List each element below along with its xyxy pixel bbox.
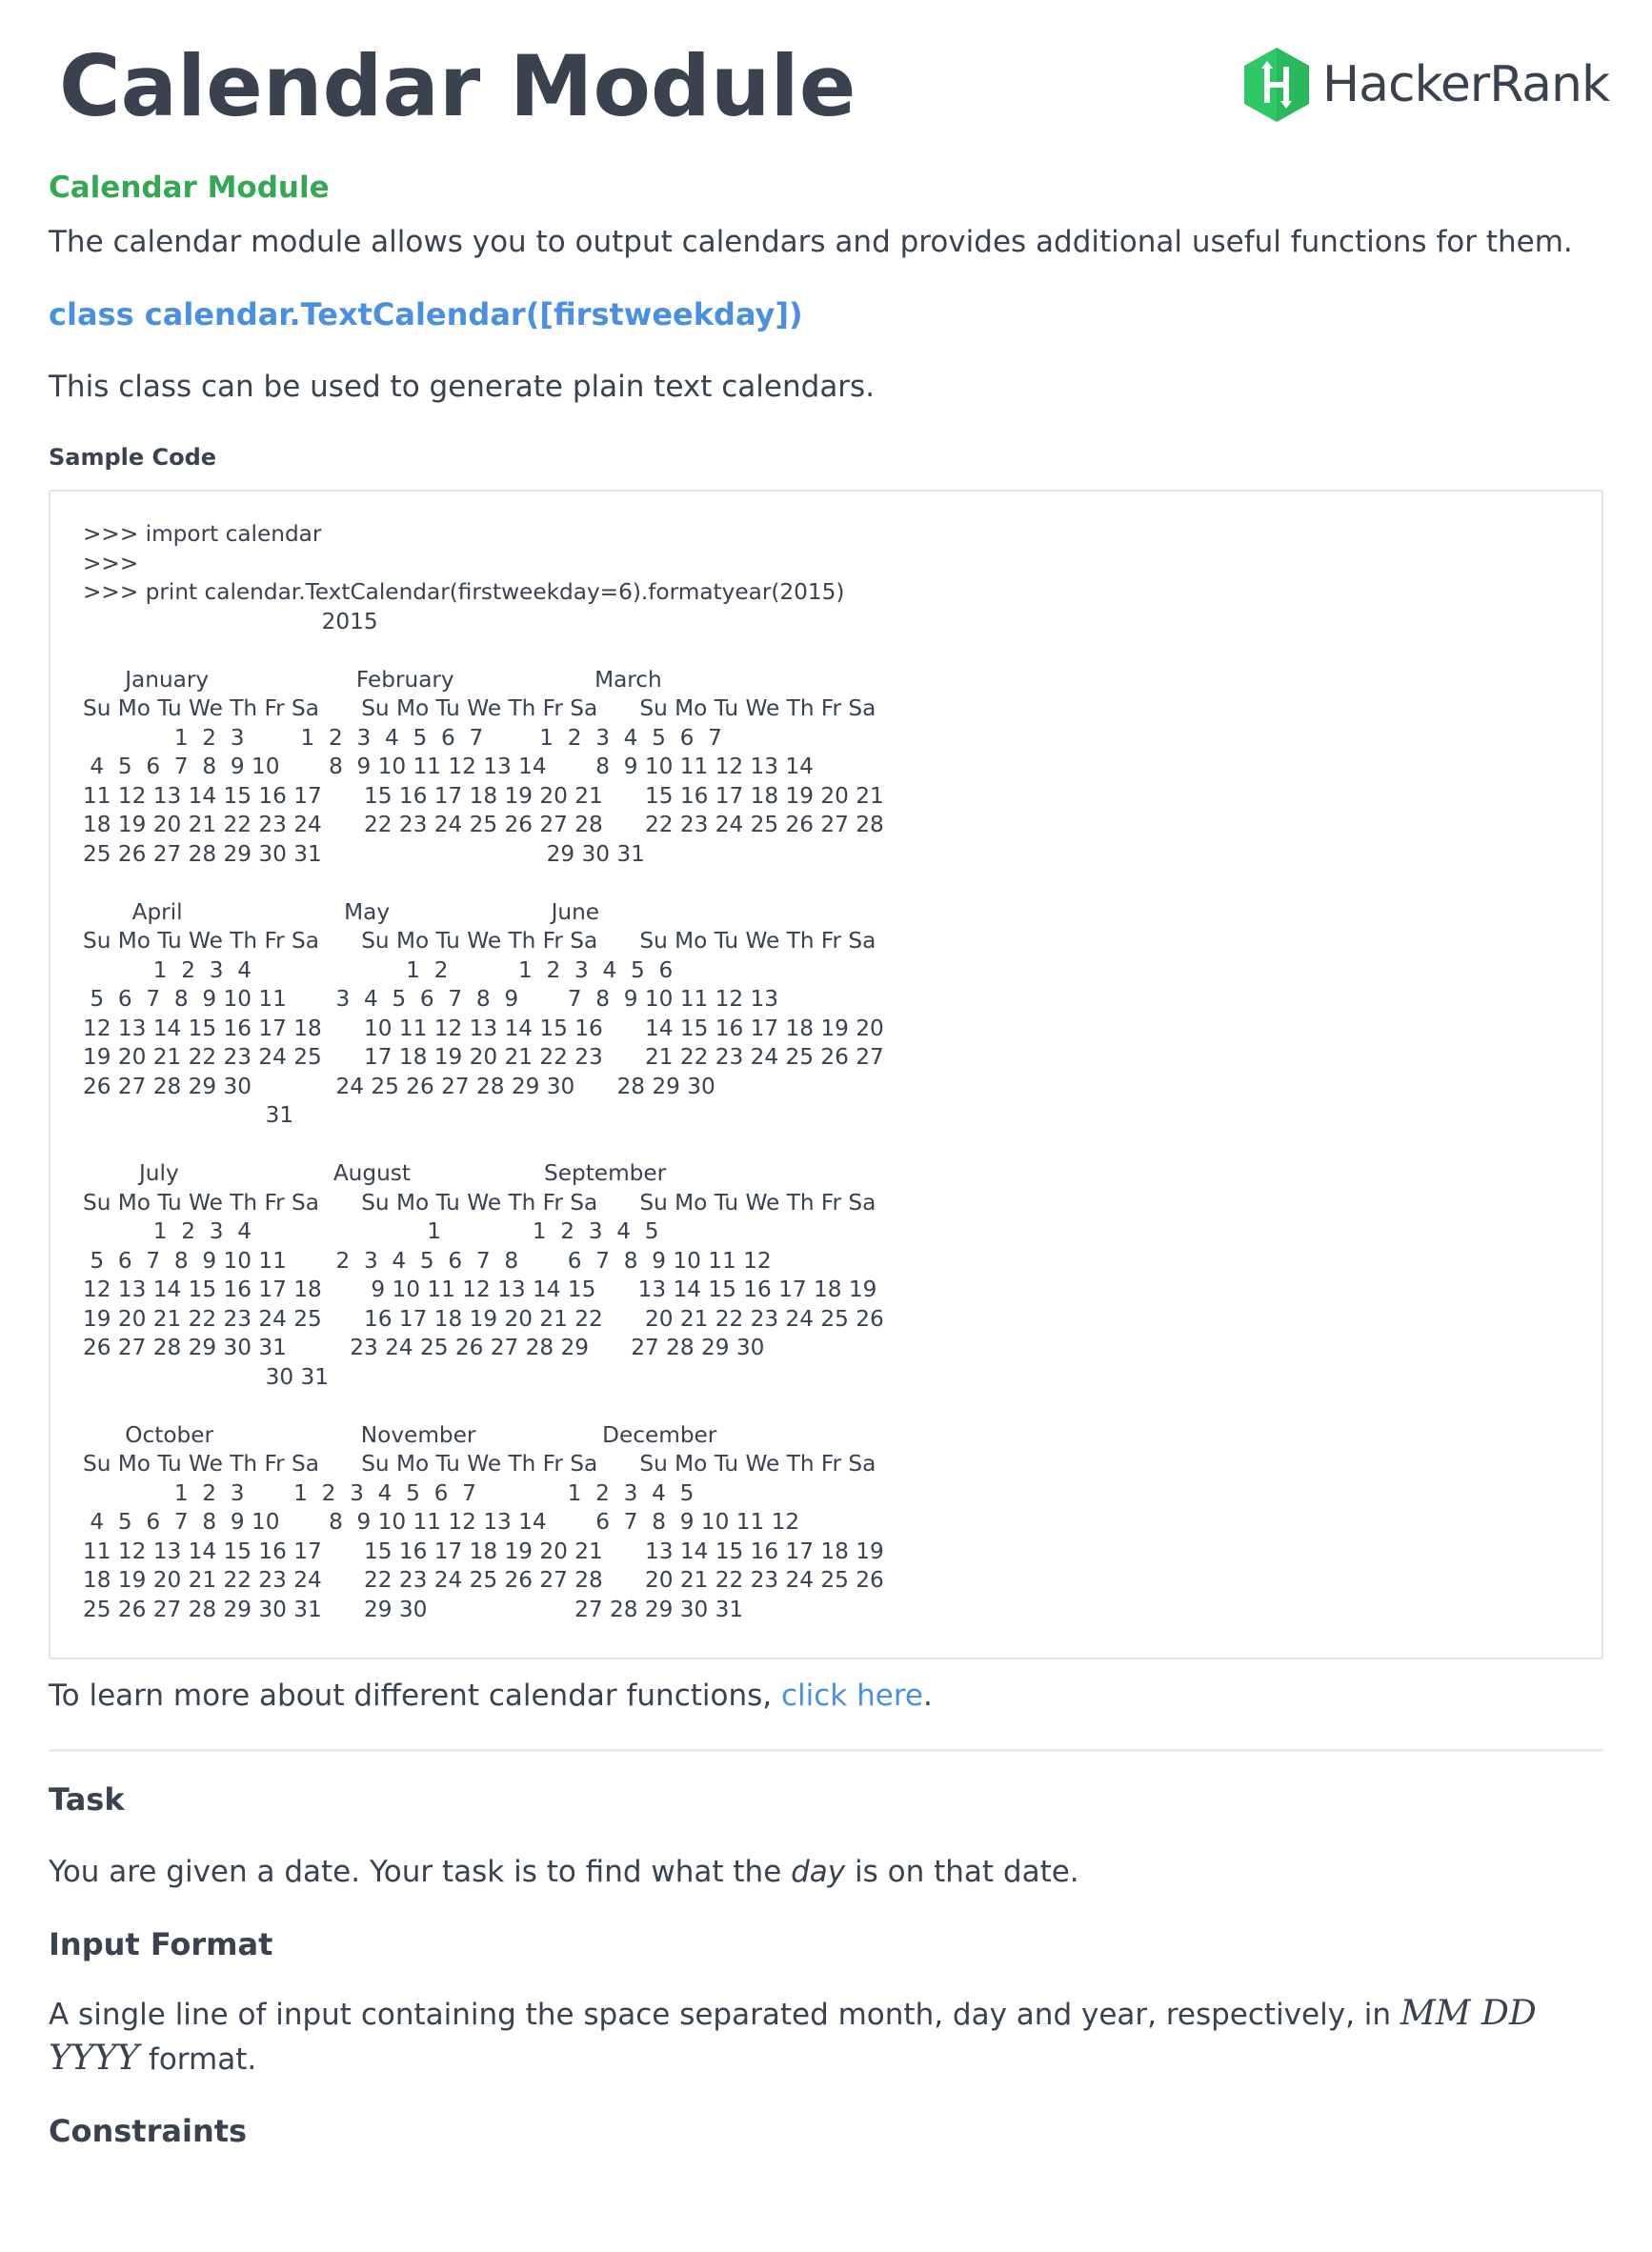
class-description: This class can be used to generate plain…	[49, 370, 876, 404]
problem-content: Calendar Module The calendar module allo…	[49, 162, 1603, 2156]
task-text-before: You are given a date. Your task is to fi…	[49, 1855, 792, 1889]
learn-more-suffix: .	[922, 1679, 933, 1713]
input-format-heading: Input Format	[49, 1926, 273, 1962]
hackerrank-logo[interactable]: HackerRank	[1240, 46, 1610, 124]
learn-more-text: To learn more about different calendar f…	[49, 1671, 1603, 1720]
task-description: You are given a date. Your task is to fi…	[49, 1847, 1603, 1897]
class-signature: class calendar.TextCalendar([firstweekda…	[49, 296, 803, 332]
section-heading: Calendar Module	[49, 171, 330, 205]
page-title: Calendar Module	[59, 37, 856, 135]
sample-code-label: Sample Code	[49, 444, 217, 471]
logo-text: HackerRank	[1322, 56, 1610, 113]
intro-description: The calendar module allows you to output…	[49, 225, 1573, 259]
page-header: Calendar Module HackerRank	[0, 0, 1652, 143]
task-heading: Task	[49, 1781, 125, 1818]
task-text-after: is on that date.	[845, 1855, 1079, 1889]
task-text-emphasis: day	[791, 1855, 846, 1889]
code-block: >>> import calendar >>> >>> print calend…	[49, 490, 1603, 1659]
input-format-math-mmdd: MM DD	[1400, 1994, 1537, 2033]
input-format-text-after: format.	[139, 2042, 257, 2077]
learn-more-prefix: To learn more about different calendar f…	[49, 1679, 781, 1713]
input-format-text-before: A single line of input containing the sp…	[49, 1998, 1400, 2032]
section-divider	[49, 1749, 1603, 1752]
input-format-math-yyyy: YYYY	[49, 2039, 140, 2078]
click-here-link[interactable]: click here	[781, 1679, 923, 1713]
hackerrank-hexagon-icon	[1244, 48, 1309, 122]
code-content: >>> import calendar >>> >>> print calend…	[83, 521, 884, 1622]
constraints-heading: Constraints	[49, 2113, 248, 2149]
input-format-description: A single line of input containing the sp…	[49, 1992, 1603, 2081]
